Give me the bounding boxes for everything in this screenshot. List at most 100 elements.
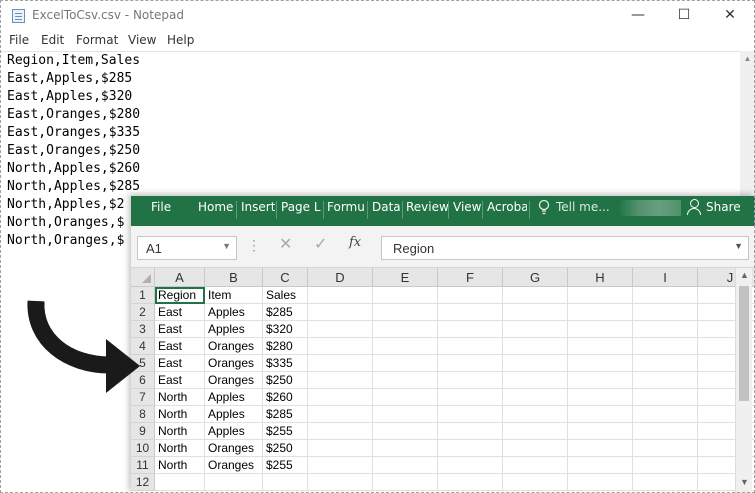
grid-cell[interactable] [633, 321, 698, 338]
row-header[interactable]: 12 [131, 474, 155, 491]
grid-cell[interactable]: Oranges [205, 440, 263, 457]
grid-cell[interactable]: North [155, 406, 205, 423]
grid-cell[interactable]: Oranges [205, 338, 263, 355]
grid-cell[interactable] [438, 423, 503, 440]
grid-cell[interactable] [373, 355, 438, 372]
grid-cell[interactable] [438, 406, 503, 423]
grid-cell[interactable] [568, 338, 633, 355]
tab-acrobat[interactable]: Acroba [487, 196, 527, 226]
tab-review[interactable]: Review [406, 196, 449, 226]
grid-cell[interactable]: Apples [205, 423, 263, 440]
grid-cell[interactable] [308, 457, 373, 474]
grid-cell[interactable] [633, 338, 698, 355]
share-button[interactable]: Share [681, 196, 755, 220]
grid-cell[interactable] [308, 474, 373, 491]
grid-cell[interactable] [373, 304, 438, 321]
column-header-e[interactable]: E [373, 268, 438, 287]
tab-file[interactable]: File [151, 196, 171, 226]
minimize-button[interactable]: — [615, 0, 661, 31]
grid-cell[interactable] [633, 389, 698, 406]
grid-cell[interactable] [373, 423, 438, 440]
grid-cell[interactable] [568, 287, 633, 304]
grid-cell[interactable]: $280 [263, 338, 308, 355]
grid-cell[interactable]: Sales [263, 287, 308, 304]
grid-cell[interactable] [633, 304, 698, 321]
grid-cell[interactable]: North [155, 423, 205, 440]
grid-cell[interactable] [308, 406, 373, 423]
grid-cell[interactable] [308, 372, 373, 389]
chevron-down-icon[interactable]: ▼ [222, 241, 231, 251]
scroll-up-arrow-icon[interactable]: ▲ [736, 270, 753, 284]
row-header[interactable]: 8 [131, 406, 155, 423]
grid-cell[interactable]: Oranges [205, 355, 263, 372]
grid-cell[interactable] [308, 287, 373, 304]
grid-cell[interactable] [633, 474, 698, 491]
grid-cell[interactable] [438, 389, 503, 406]
column-header-f[interactable]: F [438, 268, 503, 287]
grid-cell[interactable]: East [155, 321, 205, 338]
grid-cell[interactable] [438, 338, 503, 355]
grid-cell[interactable] [568, 304, 633, 321]
grid-cell[interactable] [633, 457, 698, 474]
insert-function-icon[interactable]: fx [349, 235, 361, 250]
grid-cell[interactable] [503, 372, 568, 389]
grid-cell[interactable] [438, 474, 503, 491]
column-header-h[interactable]: H [568, 268, 633, 287]
column-header-g[interactable]: G [503, 268, 568, 287]
grid-cell[interactable] [155, 474, 205, 491]
grid-cell[interactable] [373, 389, 438, 406]
grid-cell[interactable] [308, 304, 373, 321]
tell-me-search[interactable]: Tell me... [556, 196, 610, 218]
grid-cell[interactable] [568, 372, 633, 389]
formula-input[interactable]: Region ▼ [381, 236, 749, 260]
name-box[interactable]: A1 ▼ [137, 236, 237, 260]
row-header[interactable]: 11 [131, 457, 155, 474]
grid-cell[interactable]: North [155, 457, 205, 474]
grid-cell[interactable] [308, 423, 373, 440]
grid-cell[interactable] [438, 287, 503, 304]
grid-cell[interactable] [438, 457, 503, 474]
column-header-a[interactable]: A [155, 268, 205, 287]
grid-cell[interactable]: Oranges [205, 372, 263, 389]
tab-page-layout[interactable]: Page Li [281, 196, 321, 226]
grid-cell[interactable]: North [155, 440, 205, 457]
grid-cell[interactable] [373, 440, 438, 457]
grid-cell[interactable]: East [155, 304, 205, 321]
grid-cell[interactable]: $335 [263, 355, 308, 372]
grid-cell[interactable] [568, 321, 633, 338]
grid-cell[interactable] [438, 355, 503, 372]
grid-cell[interactable] [503, 304, 568, 321]
grid-cell[interactable] [373, 338, 438, 355]
grid-cell[interactable]: Item [205, 287, 263, 304]
close-button[interactable]: ✕ [707, 0, 753, 31]
grid-cell[interactable] [568, 440, 633, 457]
grid-cell[interactable] [568, 389, 633, 406]
column-header-d[interactable]: D [308, 268, 373, 287]
grid-cell[interactable] [503, 389, 568, 406]
grid-cell[interactable] [503, 287, 568, 304]
grid-cell[interactable] [308, 321, 373, 338]
grid-cell[interactable] [373, 287, 438, 304]
grid-cell[interactable] [373, 372, 438, 389]
grid-cell[interactable] [568, 474, 633, 491]
column-header-b[interactable]: B [205, 268, 263, 287]
grid-cell[interactable] [373, 457, 438, 474]
tab-formulas[interactable]: Formu [327, 196, 365, 226]
grid-cell[interactable]: Apples [205, 321, 263, 338]
row-header[interactable]: 9 [131, 423, 155, 440]
column-header-c[interactable]: C [263, 268, 308, 287]
scroll-up-arrow-icon[interactable]: ▲ [740, 54, 755, 66]
grid-cell[interactable]: Apples [205, 304, 263, 321]
menu-edit[interactable]: Edit [41, 33, 64, 47]
grid-cell[interactable]: East [155, 372, 205, 389]
grid-cell[interactable] [633, 423, 698, 440]
grid-cell[interactable] [503, 474, 568, 491]
cancel-icon[interactable]: ✕ [279, 234, 292, 254]
grid-cell[interactable] [633, 372, 698, 389]
grid-cell[interactable] [373, 406, 438, 423]
grid-cell[interactable] [568, 423, 633, 440]
grid-cell[interactable] [438, 304, 503, 321]
grid-cell[interactable] [633, 355, 698, 372]
menu-help[interactable]: Help [167, 33, 194, 47]
grid-cell[interactable]: $255 [263, 457, 308, 474]
